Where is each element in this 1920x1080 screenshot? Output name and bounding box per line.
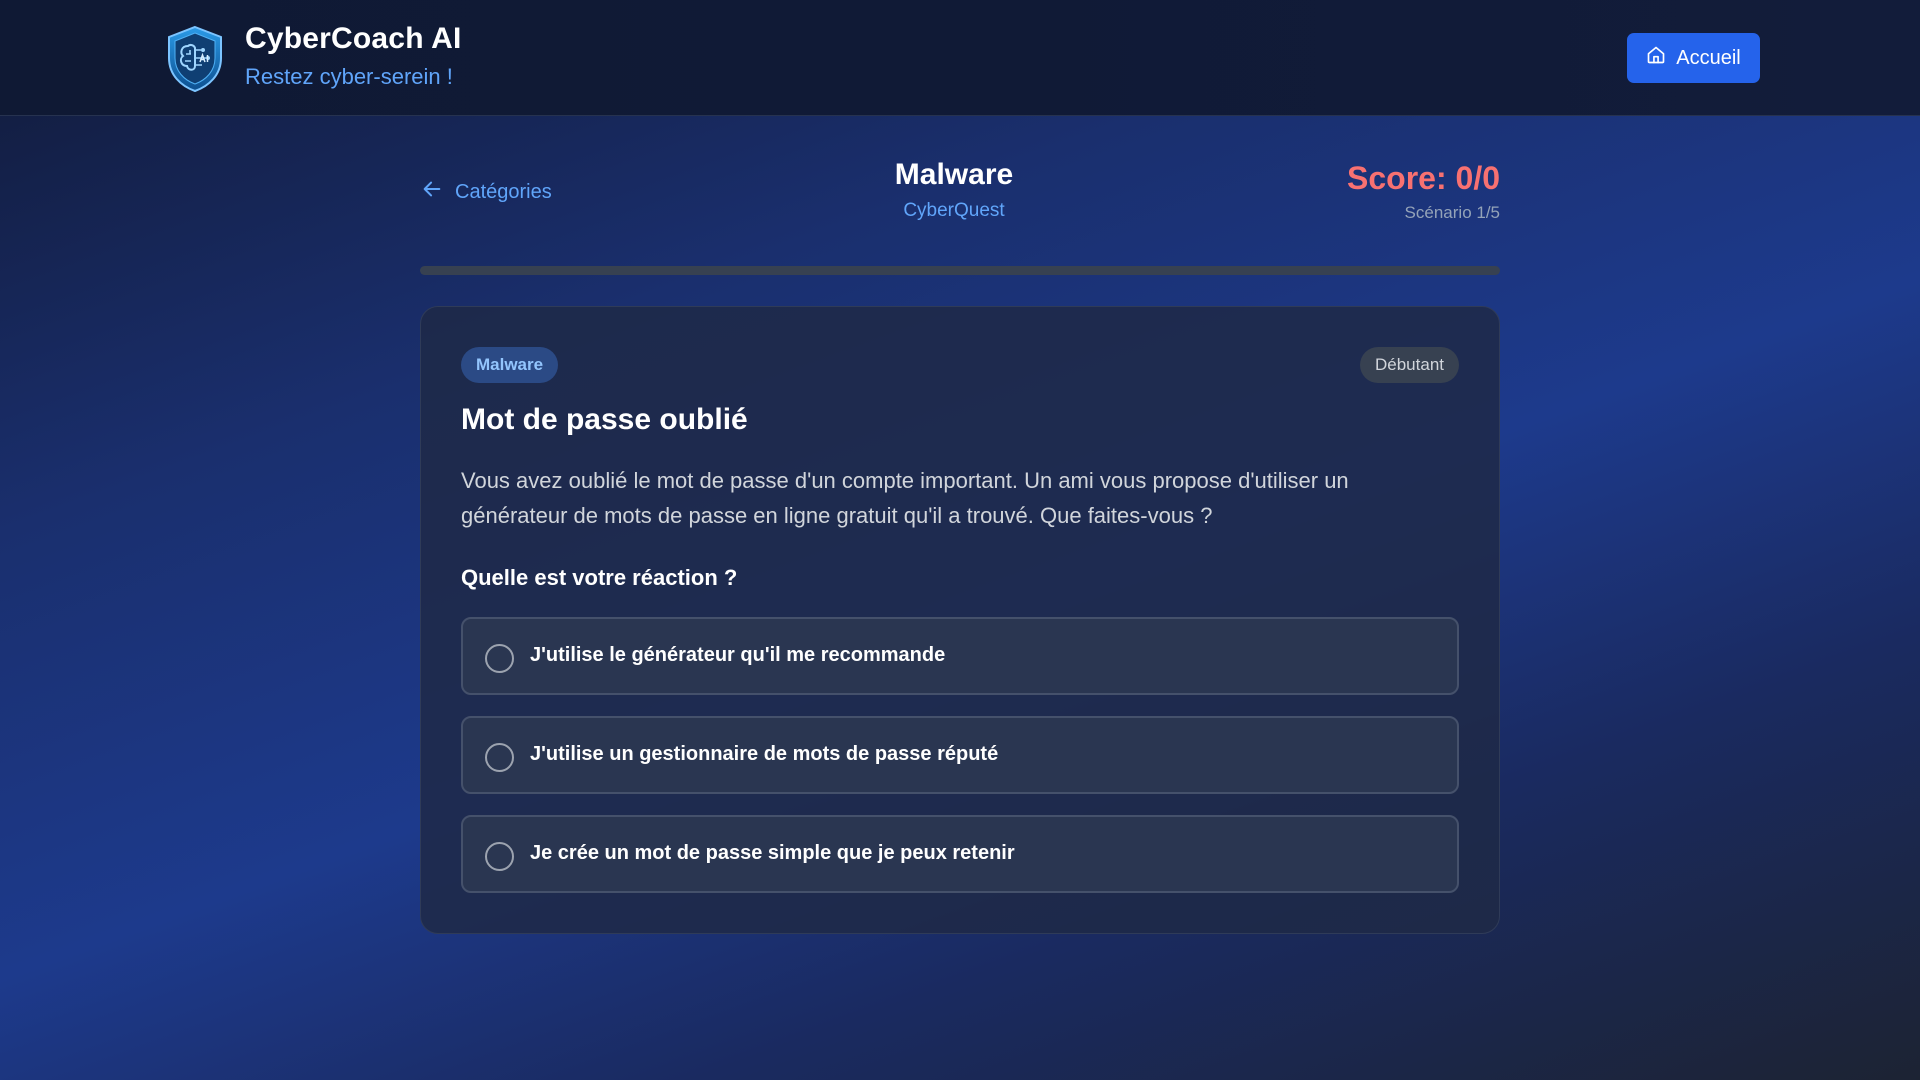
arrow-left-icon: [421, 178, 443, 206]
answer-option-label: J'utilise un gestionnaire de mots de pas…: [530, 742, 999, 765]
app-title: CyberCoach AI: [245, 22, 462, 55]
app-header: CyberCoach AI Restez cyber-serein ! Accu…: [0, 0, 1920, 116]
answer-option[interactable]: J'utilise le générateur qu'il me recomma…: [461, 617, 1459, 695]
progress-bar: [420, 266, 1500, 275]
home-button[interactable]: Accueil: [1627, 33, 1760, 83]
scenario-description: Vous avez oublié le mot de passe d'un co…: [461, 468, 1349, 528]
scenario-card: Malware Débutant Mot de passe oublié Vou…: [420, 306, 1500, 934]
score-display: Score: 0/0: [1347, 160, 1500, 196]
radio-button[interactable]: [485, 841, 514, 871]
answer-option-label: Je crée un mot de passe simple que je pe…: [530, 841, 1015, 864]
category-title: Malware: [894, 158, 1014, 191]
answer-option[interactable]: Je crée un mot de passe simple que je pe…: [461, 815, 1459, 893]
back-link-label: Catégories: [455, 180, 552, 203]
scenario-title: Mot de passe oublié: [461, 403, 748, 436]
home-icon: [1646, 45, 1666, 71]
back-to-categories-link[interactable]: Catégories: [421, 178, 552, 206]
radio-button[interactable]: [485, 643, 514, 673]
app-tagline: Restez cyber-serein !: [245, 64, 453, 89]
difficulty-badge: Débutant: [1360, 347, 1459, 383]
shield-brain-ai-icon[interactable]: [164, 24, 226, 94]
scenario-counter: Scénario 1/5: [1404, 203, 1500, 222]
category-tag: Malware: [461, 347, 559, 383]
quiz-subtitle: CyberQuest: [903, 200, 1005, 221]
home-button-label: Accueil: [1676, 46, 1741, 69]
answer-option[interactable]: J'utilise un gestionnaire de mots de pas…: [461, 716, 1459, 794]
radio-button[interactable]: [485, 742, 514, 772]
question-prompt: Quelle est votre réaction ?: [461, 565, 738, 590]
answer-option-label: J'utilise le générateur qu'il me recomma…: [530, 643, 946, 666]
